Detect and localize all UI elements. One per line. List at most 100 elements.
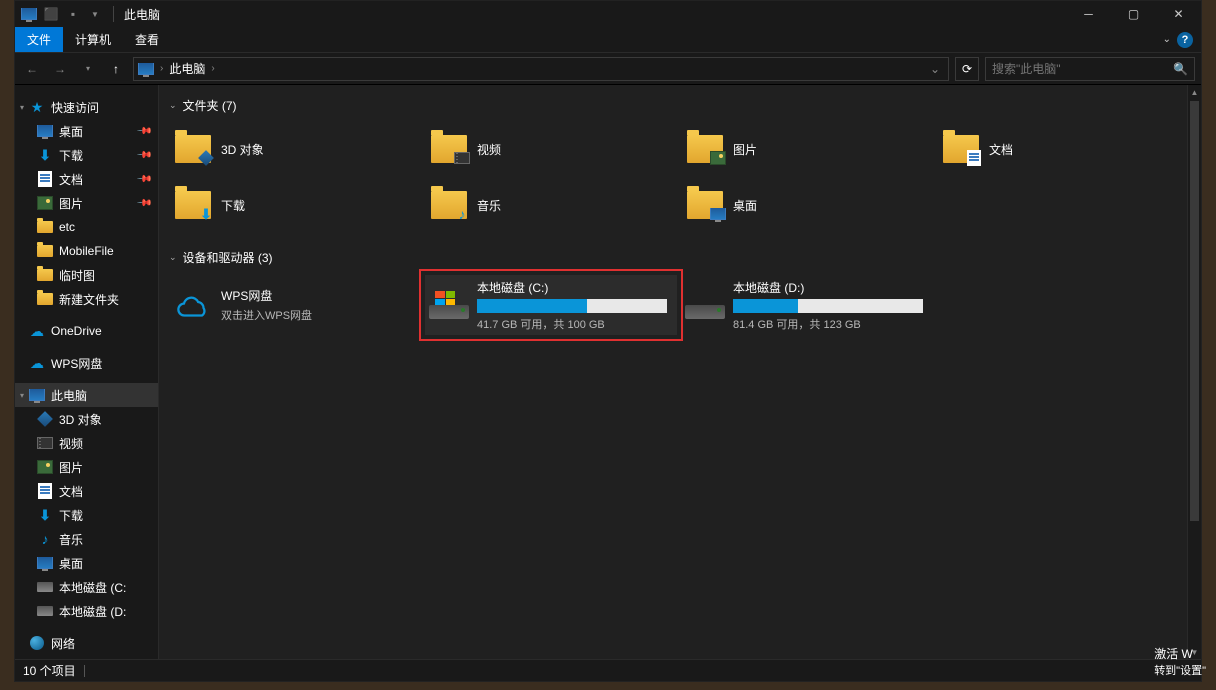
breadcrumb-separator[interactable]: › <box>209 63 216 74</box>
drive-item[interactable]: 本地磁盘 (C:) 41.7 GB 可用，共 100 GB <box>425 275 677 335</box>
sidebar-item[interactable]: 文档📌 <box>15 167 158 191</box>
sidebar-item-label: MobileFile <box>59 244 114 258</box>
sidebar-item[interactable]: 桌面 <box>15 551 158 575</box>
sidebar-item-label: 音乐 <box>59 531 83 548</box>
ribbon: 文件 计算机 查看 ⌄ ? <box>15 27 1201 53</box>
folder-icon <box>37 243 53 259</box>
sidebar-quick-access[interactable]: ▾ ★ 快速访问 <box>15 95 158 119</box>
maximize-button[interactable]: ▢ <box>1111 1 1156 27</box>
ribbon-collapse-icon[interactable]: ⌄ <box>1163 34 1171 45</box>
sidebar-item-label: 临时图 <box>59 267 95 284</box>
expand-icon[interactable]: ▾ <box>17 103 27 112</box>
minimize-button[interactable]: ─ <box>1066 1 1111 27</box>
sidebar-item[interactable]: MobileFile <box>15 239 158 263</box>
sidebar-item[interactable]: ⬇下载 <box>15 503 158 527</box>
scroll-up-icon[interactable]: ▲ <box>1188 85 1201 99</box>
cloud-icon: ☁ <box>30 323 44 340</box>
ribbon-tab-view[interactable]: 查看 <box>123 27 171 52</box>
nav-recent-dropdown[interactable]: ▾ <box>77 58 99 80</box>
content-pane: ⌄ 文件夹 (7) 3D 对象 视频 图片 文档 ⬇下载♪音乐桌面 ⌄ 设备和驱动器 (… <box>159 85 1201 659</box>
divider <box>84 665 85 677</box>
folder-label: 视频 <box>477 141 501 158</box>
drive-name: 本地磁盘 (C:) <box>477 279 673 296</box>
search-box[interactable]: 🔍 <box>985 57 1195 81</box>
folder-item[interactable]: ♪音乐 <box>425 179 677 231</box>
folder-icon: ♪ <box>429 185 469 225</box>
sidebar-item[interactable]: 图片📌 <box>15 191 158 215</box>
scroll-down-icon[interactable]: ▼ <box>1188 645 1201 659</box>
expand-icon[interactable]: ▾ <box>17 391 27 400</box>
sidebar-item-label: 新建文件夹 <box>59 291 119 308</box>
section-header-folders[interactable]: ⌄ 文件夹 (7) <box>169 93 1191 117</box>
drive-item[interactable]: WPS网盘双击进入WPS网盘 <box>169 275 421 335</box>
sidebar-onedrive[interactable]: ☁ OneDrive <box>15 319 158 343</box>
address-dropdown-icon[interactable]: ⌄ <box>926 62 944 76</box>
folder-label: 3D 对象 <box>221 141 264 158</box>
qa-properties-icon[interactable]: ▪ <box>65 6 81 22</box>
sidebar-item[interactable]: 图片 <box>15 455 158 479</box>
window-title: 此电脑 <box>124 6 160 23</box>
breadcrumb-separator[interactable]: › <box>158 63 165 74</box>
help-icon[interactable]: ? <box>1177 32 1193 48</box>
qa-dropdown-icon[interactable]: ▼ <box>87 6 103 22</box>
sidebar-item[interactable]: ♪ 音乐 <box>15 527 158 551</box>
folder-item[interactable]: 3D 对象 <box>169 123 421 175</box>
sidebar-item[interactable]: 本地磁盘 (D: <box>15 599 158 623</box>
collapse-icon[interactable]: ⌄ <box>169 252 177 263</box>
titlebar[interactable]: ⬛ ▪ ▼ 此电脑 ─ ▢ ✕ <box>15 1 1201 27</box>
refresh-button[interactable]: ⟳ <box>955 57 979 81</box>
ribbon-tab-file[interactable]: 文件 <box>15 27 63 52</box>
sidebar-item[interactable]: 桌面📌 <box>15 119 158 143</box>
drive-item[interactable]: 本地磁盘 (D:)81.4 GB 可用，共 123 GB <box>681 275 933 335</box>
sidebar-wps[interactable]: ☁ WPS网盘 <box>15 351 158 375</box>
sidebar-item-label: 桌面 <box>59 123 83 140</box>
section-header-drives[interactable]: ⌄ 设备和驱动器 (3) <box>169 245 1191 269</box>
star-icon: ★ <box>31 99 44 116</box>
sidebar-network[interactable]: 网络 <box>15 631 158 655</box>
qa-pin-icon[interactable]: ⬛ <box>43 6 59 22</box>
ribbon-tab-computer[interactable]: 计算机 <box>63 27 123 52</box>
app-icon <box>21 6 37 22</box>
folder-icon <box>173 129 213 169</box>
folder-icon <box>685 129 725 169</box>
folder-item[interactable]: 视频 <box>425 123 677 175</box>
nav-back-button[interactable]: ← <box>21 58 43 80</box>
download-icon: ⬇ <box>37 147 53 163</box>
nav-up-button[interactable]: ↑ <box>105 58 127 80</box>
folder-icon <box>37 219 53 235</box>
folder-item[interactable]: 图片 <box>681 123 933 175</box>
collapse-icon[interactable]: ⌄ <box>169 100 177 111</box>
sidebar-item[interactable]: etc <box>15 215 158 239</box>
sidebar-item[interactable]: 新建文件夹 <box>15 287 158 311</box>
doc-icon <box>37 171 53 187</box>
sidebar-label: OneDrive <box>51 324 102 338</box>
sidebar-item[interactable]: 本地磁盘 (C: <box>15 575 158 599</box>
storage-bar <box>733 299 923 313</box>
search-icon[interactable]: 🔍 <box>1173 62 1188 76</box>
scroll-thumb[interactable] <box>1190 101 1199 521</box>
folder-item[interactable]: 文档 <box>937 123 1189 175</box>
sidebar-item-label: 本地磁盘 (D: <box>59 603 126 620</box>
nav-forward-button[interactable]: → <box>49 58 71 80</box>
scrollbar[interactable]: ▲ ▼ <box>1187 85 1201 659</box>
statusbar: 10 个项目 <box>15 659 1201 681</box>
address-field[interactable]: › 此电脑 › ⌄ <box>133 57 949 81</box>
sidebar-item[interactable]: 文档 <box>15 479 158 503</box>
folder-item[interactable]: 桌面 <box>681 179 933 231</box>
music-icon: ♪ <box>37 531 53 547</box>
cloud-icon <box>173 285 213 325</box>
folder-item[interactable]: ⬇下载 <box>169 179 421 231</box>
sidebar-item[interactable]: 临时图 <box>15 263 158 287</box>
sidebar-item[interactable]: 3D 对象 <box>15 407 158 431</box>
sidebar-label: 网络 <box>51 635 75 652</box>
pic-icon <box>37 195 53 211</box>
breadcrumb-item[interactable]: 此电脑 <box>169 60 205 77</box>
sidebar-item[interactable]: ⬇下载📌 <box>15 143 158 167</box>
sidebar-this-pc[interactable]: ▾ 此电脑 <box>15 383 158 407</box>
folder-label: 文档 <box>989 141 1013 158</box>
sidebar-item[interactable]: 视频 <box>15 431 158 455</box>
search-input[interactable] <box>992 62 1173 76</box>
drive-subtitle: 41.7 GB 可用，共 100 GB <box>477 316 673 332</box>
close-button[interactable]: ✕ <box>1156 1 1201 27</box>
pin-icon: 📌 <box>135 171 152 188</box>
